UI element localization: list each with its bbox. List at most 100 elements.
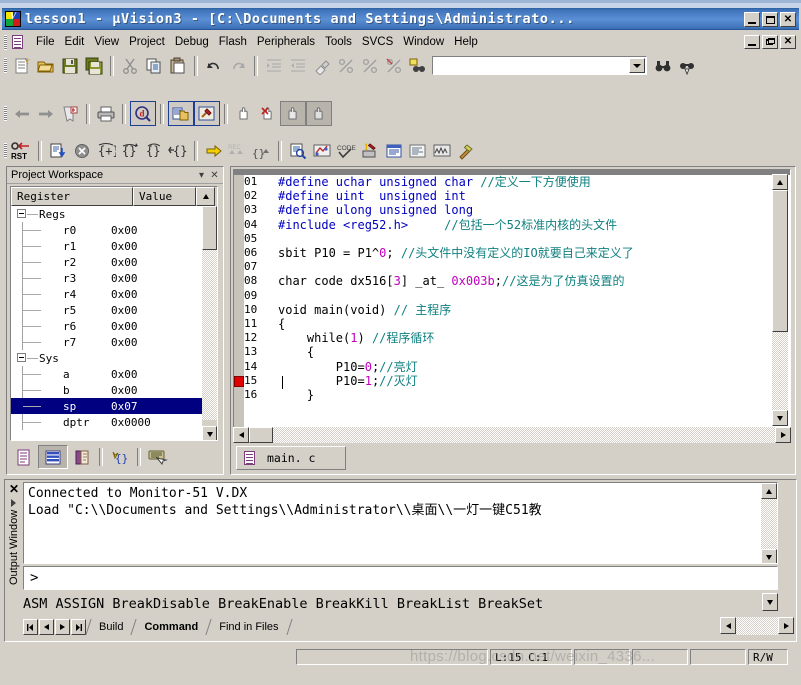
indent-icon[interactable] [262,54,286,77]
table-row[interactable]: r7 0x00 [11,334,217,350]
editor-scroll-left-button[interactable] [233,427,249,443]
editor-scroll-up-button[interactable] [772,174,788,190]
menu-item-view[interactable]: View [89,34,124,50]
menu-item-window[interactable]: Window [398,34,449,50]
tab-command[interactable]: Command [135,618,207,636]
menu-item-help[interactable]: Help [449,34,483,50]
forward-arrow-icon[interactable] [34,102,58,125]
undo-icon[interactable] [202,54,226,77]
command-input-row[interactable]: > [23,566,778,590]
table-row[interactable]: r3 0x00 [11,270,217,286]
sidebar-item-books[interactable] [68,446,96,468]
menu-item-edit[interactable]: Edit [60,34,90,50]
sidebar-item-templates[interactable] [144,446,172,468]
copy-icon[interactable] [142,54,166,77]
watch-window-icon[interactable] [406,139,430,162]
show-next-statement-icon[interactable] [202,139,226,162]
stop-icon[interactable] [70,139,94,162]
cut-icon[interactable] [118,54,142,77]
table-row[interactable]: r1 0x00 [11,238,217,254]
find-dropdown-arrow-icon[interactable] [629,58,645,73]
performance-analyzer-icon[interactable] [310,139,334,162]
tree-expander-icon[interactable] [17,353,26,362]
register-vertical-scrollbar[interactable] [202,206,217,440]
tab-nav-next-button[interactable] [55,619,70,635]
save-all-icon[interactable] [82,54,106,77]
bookmark-clear-icon[interactable] [382,54,406,77]
menu-item-file[interactable]: File [31,34,60,50]
mdi-restore-button[interactable] [762,35,778,49]
output-log[interactable]: Connected to Monitor-51 V.DX Load "C:\\D… [23,482,778,564]
table-row[interactable]: Sys [11,350,217,366]
serial-window-icon[interactable]: 1 [358,139,382,162]
mdi-close-button[interactable]: ✕ [780,35,796,49]
register-scroll-thumb[interactable] [202,206,217,250]
close-button[interactable]: ✕ [780,11,796,27]
new-file-icon[interactable] [10,54,34,77]
paste-icon[interactable] [166,54,190,77]
toolbar1-grip-handle[interactable] [4,58,7,73]
print-icon[interactable] [94,102,118,125]
disassembly-window-icon[interactable] [286,139,310,162]
reset-cpu-icon[interactable]: RST [10,139,34,162]
chevron-down-icon[interactable]: ▾ [195,170,208,181]
minimize-button[interactable] [744,11,760,27]
menu-item-project[interactable]: Project [124,34,170,50]
back-arrow-icon[interactable] [10,102,34,125]
tab-find-in-files[interactable]: Find in Files [210,618,287,636]
output-expand-icon[interactable] [11,499,16,507]
table-row[interactable]: a 0x00 [11,366,217,382]
register-scroll-track[interactable] [202,250,217,420]
table-row[interactable]: r0 0x00 [11,222,217,238]
table-row[interactable]: sp 0x07 [11,398,217,414]
code-coverage-icon[interactable]: CODE [334,139,358,162]
tab-nav-prev-button[interactable] [39,619,54,635]
toolbar3-grip-handle[interactable] [4,143,7,158]
find-combo[interactable] [432,56,647,75]
find-next-icon[interactable] [675,54,699,77]
editor-vertical-scrollbar[interactable] [772,174,788,426]
table-row[interactable]: r2 0x00 [11,254,217,270]
editor-horizontal-scrollbar[interactable] [233,427,791,443]
table-row[interactable]: Regs [11,206,217,222]
register-scroll-up-button[interactable] [196,187,215,206]
editor-scroll-right-button[interactable] [775,427,791,443]
disable-breakpoint-icon[interactable] [280,101,306,126]
table-row[interactable]: dptr 0x0000 [11,414,217,430]
step-over-icon[interactable]: {} [118,139,142,162]
bookmark-next-icon[interactable] [358,54,382,77]
command-hint-dropdown-icon[interactable] [762,593,778,611]
redo-icon[interactable] [226,54,250,77]
tab-nav-first-button[interactable] [23,619,38,635]
table-row[interactable]: r4 0x00 [11,286,217,302]
logic-analyzer-icon[interactable] [430,139,454,162]
tab-nav-last-button[interactable] [71,619,86,635]
breakpoint-marker[interactable] [234,375,244,387]
editor-scroll-down-button[interactable] [772,410,788,426]
disable-all-breakpoints-icon[interactable] [306,101,332,126]
build-target-icon[interactable] [194,101,220,126]
find-in-files-icon[interactable] [406,54,430,77]
editor-scroll-thumb[interactable] [772,190,788,332]
view-trace-icon[interactable]: {} [250,139,274,162]
output-tab-scroll-right-button[interactable] [778,617,794,634]
trace-record-icon[interactable]: REC [226,139,250,162]
maximize-button[interactable] [762,11,778,27]
toolbox-hammer-icon[interactable] [454,139,478,162]
run-icon[interactable] [46,139,70,162]
step-out-icon[interactable]: {} [142,139,166,162]
sidebar-item-regs[interactable] [38,445,68,469]
output-vertical-scrollbar[interactable] [761,483,777,563]
output-tab-scroll-left-button[interactable] [720,617,736,634]
menu-item-peripherals[interactable]: Peripherals [252,34,320,50]
output-tab-horizontal-scrollbar[interactable] [720,617,794,635]
sidebar-item-files[interactable] [10,446,38,468]
memory-window-icon[interactable] [382,139,406,162]
output-scroll-down-button[interactable] [761,549,777,563]
save-file-icon[interactable] [58,54,82,77]
project-window-icon[interactable] [168,101,194,126]
bookmark-page-icon[interactable] [58,102,82,125]
output-scroll-up-button[interactable] [761,483,777,499]
debug-session-icon[interactable]: d [130,101,156,126]
column-header-value[interactable]: Value [133,187,196,206]
